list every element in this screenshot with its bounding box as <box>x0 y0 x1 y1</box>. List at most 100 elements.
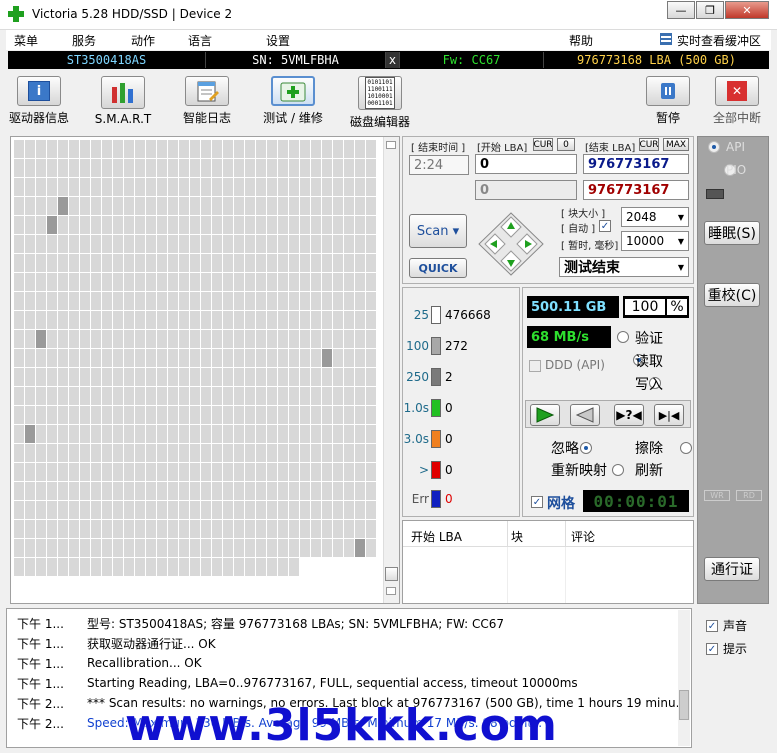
map-block <box>80 159 90 177</box>
col-comment[interactable]: 评论 <box>571 528 595 545</box>
watermark-text: www.3l5kkk.com <box>125 700 558 751</box>
map-block <box>267 140 277 158</box>
menu-help[interactable]: 帮助 <box>569 32 593 49</box>
end-max-button[interactable]: MAX <box>663 138 689 151</box>
map-block <box>25 292 35 310</box>
status-select[interactable]: 测试结束 ▼ <box>559 257 689 277</box>
legend-count: 0 <box>445 432 453 446</box>
menu-buffer-view[interactable]: 实时查看缓冲区 <box>677 32 761 49</box>
map-block <box>201 425 211 443</box>
abort-all-button[interactable]: ✕ 全部中断 <box>706 76 768 126</box>
smart-log-button[interactable]: 智能日志 <box>174 76 240 126</box>
map-block <box>201 178 211 196</box>
map-block <box>289 425 299 443</box>
map-block <box>355 368 365 386</box>
map-block <box>212 387 222 405</box>
menu-action[interactable]: 动作 <box>131 32 155 49</box>
map-block <box>267 311 277 329</box>
reverse-button[interactable] <box>570 404 600 426</box>
map-block <box>14 501 24 519</box>
map-block <box>278 216 288 234</box>
pause-button[interactable]: 暂停 <box>646 76 690 126</box>
grid-checkbox[interactable]: ✓ <box>531 496 543 508</box>
map-block <box>190 140 200 158</box>
block-size-select[interactable]: 2048 ▼ <box>621 207 689 227</box>
map-block <box>135 235 145 253</box>
ignore-radio[interactable] <box>580 442 593 454</box>
close-drive-x[interactable]: x <box>386 52 400 68</box>
erase-radio[interactable] <box>680 442 693 454</box>
map-block <box>289 178 299 196</box>
map-block <box>223 235 233 253</box>
activity-led <box>706 189 724 199</box>
map-block <box>322 520 332 538</box>
map-block <box>289 463 299 481</box>
map-block <box>245 178 255 196</box>
start-lba-input[interactable]: 0 <box>475 154 577 174</box>
map-block <box>311 140 321 158</box>
map-block <box>278 520 288 538</box>
map-block <box>322 330 332 348</box>
play-button[interactable] <box>530 404 560 426</box>
map-block <box>344 235 354 253</box>
end-time-field[interactable]: 2:24 <box>409 155 469 175</box>
map-block <box>300 254 310 272</box>
start-cur-button[interactable]: CUR <box>533 138 553 151</box>
restore-button[interactable]: ❐ <box>696 1 724 19</box>
map-block <box>245 463 255 481</box>
log-message: Starting Reading, LBA=0..976773167, FULL… <box>87 676 578 690</box>
skip-button[interactable]: ▶?◀ <box>614 404 644 426</box>
verify-radio[interactable] <box>617 331 629 343</box>
passport-button[interactable]: 通行证 <box>704 557 760 581</box>
hints-checkbox[interactable]: ✓ <box>706 643 718 655</box>
log-scrollbar[interactable] <box>678 610 690 746</box>
smart-button[interactable]: S.M.A.R.T <box>90 76 156 126</box>
end-button[interactable]: ▶|◀ <box>654 404 684 426</box>
sleep-button[interactable]: 睡眠(S) <box>704 221 760 245</box>
minimize-button[interactable]: — <box>667 1 695 19</box>
sound-checkbox[interactable]: ✓ <box>706 620 718 632</box>
map-block <box>289 368 299 386</box>
test-repair-button[interactable]: 测试 / 维修 <box>258 76 328 126</box>
timeout-select[interactable]: 10000 ▼ <box>621 231 689 251</box>
remap-radio[interactable] <box>612 464 625 476</box>
map-block <box>102 425 112 443</box>
map-block <box>168 254 178 272</box>
map-scrollbar[interactable] <box>383 137 399 603</box>
map-block <box>223 292 233 310</box>
recalibrate-button[interactable]: 重校(C) <box>704 283 760 307</box>
ddd-checkbox[interactable] <box>529 360 541 372</box>
menu-settings[interactable]: 设置 <box>266 32 290 49</box>
disk-editor-button[interactable]: 0101101 1100111 1010001 0001101 磁盘编辑器 <box>344 76 416 129</box>
map-block <box>311 216 321 234</box>
menu-language[interactable]: 语言 <box>188 32 212 49</box>
menu-service[interactable]: 服务 <box>72 32 96 49</box>
scan-button[interactable]: Scan ▾ <box>409 214 467 248</box>
start-zero-button[interactable]: 0 <box>557 138 575 151</box>
end-lba-input[interactable]: 976773167 <box>583 154 689 174</box>
end-cur-button[interactable]: CUR <box>639 138 659 151</box>
map-block <box>58 482 68 500</box>
map-block <box>201 349 211 367</box>
col-start-lba[interactable]: 开始 LBA <box>411 528 462 545</box>
playback-bar: ▶?◀ ▶|◀ <box>525 400 691 428</box>
api-radio[interactable] <box>708 141 720 153</box>
map-block <box>135 387 145 405</box>
close-button[interactable]: ✕ <box>725 1 769 19</box>
end-time-label: [ 结束时间 ] <box>411 143 466 154</box>
auto-checkbox[interactable]: ✓ <box>599 220 611 232</box>
sound-label: 声音 <box>723 619 748 633</box>
navigation-diamond-icon[interactable] <box>477 211 545 277</box>
quick-button[interactable]: QUICK <box>409 258 467 278</box>
menu-main[interactable]: 菜单 <box>14 32 38 49</box>
map-block <box>234 387 244 405</box>
map-block <box>322 159 332 177</box>
map-block <box>223 425 233 443</box>
map-block <box>300 501 310 519</box>
map-scroll-thumb[interactable] <box>385 567 398 581</box>
log-scroll-thumb[interactable] <box>679 690 689 720</box>
map-block <box>256 406 266 424</box>
drive-info-button[interactable]: i 驱动器信息 <box>6 76 72 126</box>
map-block <box>201 140 211 158</box>
col-block[interactable]: 块 <box>511 528 523 545</box>
